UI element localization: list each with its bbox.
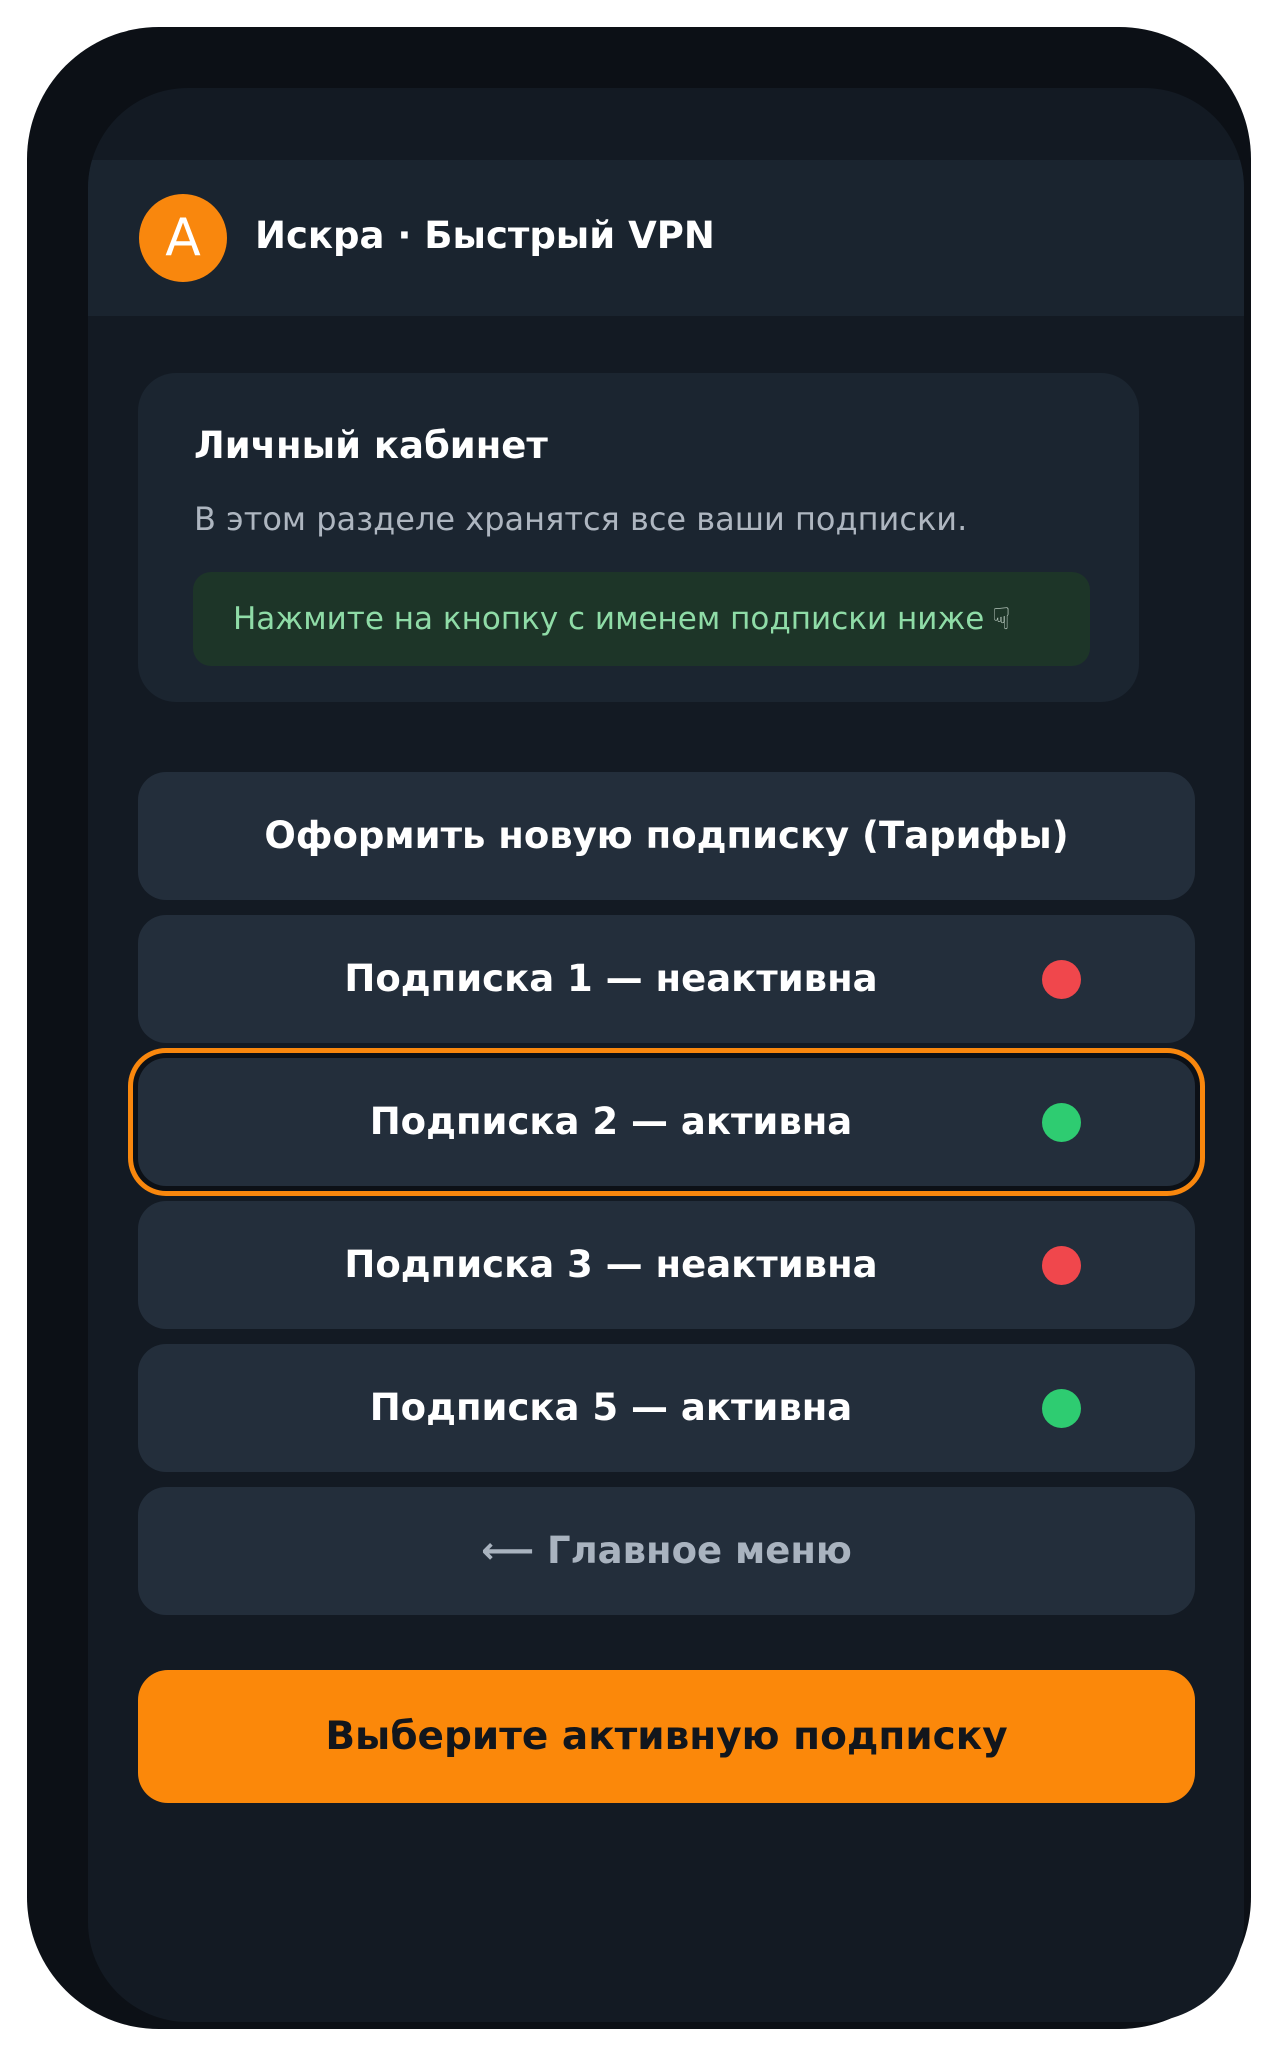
app-header: A Искра · Быстрый VPN [88, 160, 1244, 316]
subscription-2-button[interactable]: Подписка 2 — активна [138, 1058, 1195, 1186]
subscription-5-label: Подписка 5 — активна [369, 1386, 853, 1429]
account-description: В этом разделе хранятся все ваши подписк… [194, 500, 968, 538]
bot-avatar[interactable]: A [139, 194, 227, 282]
status-dot-active-icon [1042, 1389, 1081, 1428]
status-dot-inactive-icon [1042, 1246, 1081, 1285]
new-subscription-button[interactable]: Оформить новую подписку (Тарифы) [138, 772, 1195, 900]
subscription-5-button[interactable]: Подписка 5 — активна [138, 1344, 1195, 1472]
app-title: Искра · Быстрый VPN [255, 214, 715, 257]
new-subscription-label: Оформить новую подписку (Тарифы) [264, 814, 1069, 857]
pointing-hand-icon: ☟ [992, 602, 1011, 637]
main-menu-button[interactable]: ⟵ Главное меню [138, 1487, 1195, 1615]
account-info-card: Личный кабинет В этом разделе хранятся в… [138, 373, 1139, 702]
subscription-3-button[interactable]: Подписка 3 — неактивна [138, 1201, 1195, 1329]
status-dot-inactive-icon [1042, 960, 1081, 999]
subscription-3-label: Подписка 3 — неактивна [344, 1243, 878, 1286]
status-dot-active-icon [1042, 1103, 1081, 1142]
choose-active-subscription-label: Выберите активную подписку [325, 1714, 1008, 1759]
hint-line: Нажмите на кнопку с именем подписки ниже… [233, 594, 1011, 645]
subscription-1-button[interactable]: Подписка 1 — неактивна [138, 915, 1195, 1043]
choose-active-subscription-button[interactable]: Выберите активную подписку [138, 1670, 1195, 1803]
hint-banner: Нажмите на кнопку с именем подписки ниже… [193, 572, 1090, 666]
subscription-1-label: Подписка 1 — неактивна [344, 957, 878, 1000]
app-screen: A Искра · Быстрый VPN Личный кабинет В э… [88, 88, 1244, 2022]
hint-text: Нажмите на кнопку с именем подписки ниже [233, 601, 985, 637]
phone-frame: A Искра · Быстрый VPN Личный кабинет В э… [27, 27, 1251, 2029]
account-title: Личный кабинет [194, 424, 548, 467]
subscription-2-label: Подписка 2 — активна [369, 1100, 853, 1143]
main-menu-label: ⟵ Главное меню [481, 1529, 852, 1572]
